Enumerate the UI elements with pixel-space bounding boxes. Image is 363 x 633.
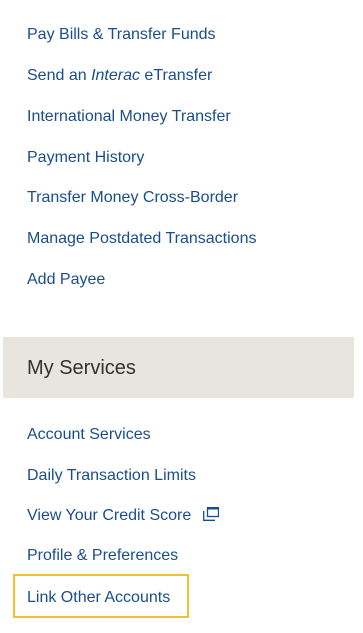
interac-brand-text: Interac (91, 67, 140, 84)
link-other-accounts-link[interactable]: Link Other Accounts (27, 588, 170, 608)
international-money-transfer-link[interactable]: International Money Transfer (27, 107, 231, 127)
profile-preferences-link[interactable]: Profile & Preferences (27, 546, 178, 566)
send-interac-etransfer-link[interactable]: Send an Interac eTransfer (27, 66, 212, 86)
manage-postdated-transactions-link[interactable]: Manage Postdated Transactions (27, 229, 256, 249)
pay-bills-link[interactable]: Pay Bills & Transfer Funds (27, 25, 216, 45)
my-services-section-header: My Services (3, 337, 354, 398)
link-text-prefix: Send an (27, 67, 92, 84)
section-title: My Services (27, 357, 136, 379)
link-text-suffix: eTransfer (139, 67, 213, 84)
add-payee-link[interactable]: Add Payee (27, 270, 105, 290)
account-services-link[interactable]: Account Services (27, 425, 151, 445)
link-label: View Your Credit Score (27, 507, 192, 524)
transfer-money-cross-border-link[interactable]: Transfer Money Cross-Border (27, 188, 238, 208)
payment-history-link[interactable]: Payment History (27, 148, 144, 168)
external-window-icon (203, 506, 220, 521)
daily-transaction-limits-link[interactable]: Daily Transaction Limits (27, 466, 196, 486)
view-credit-score-link[interactable]: View Your Credit Score (27, 506, 220, 526)
